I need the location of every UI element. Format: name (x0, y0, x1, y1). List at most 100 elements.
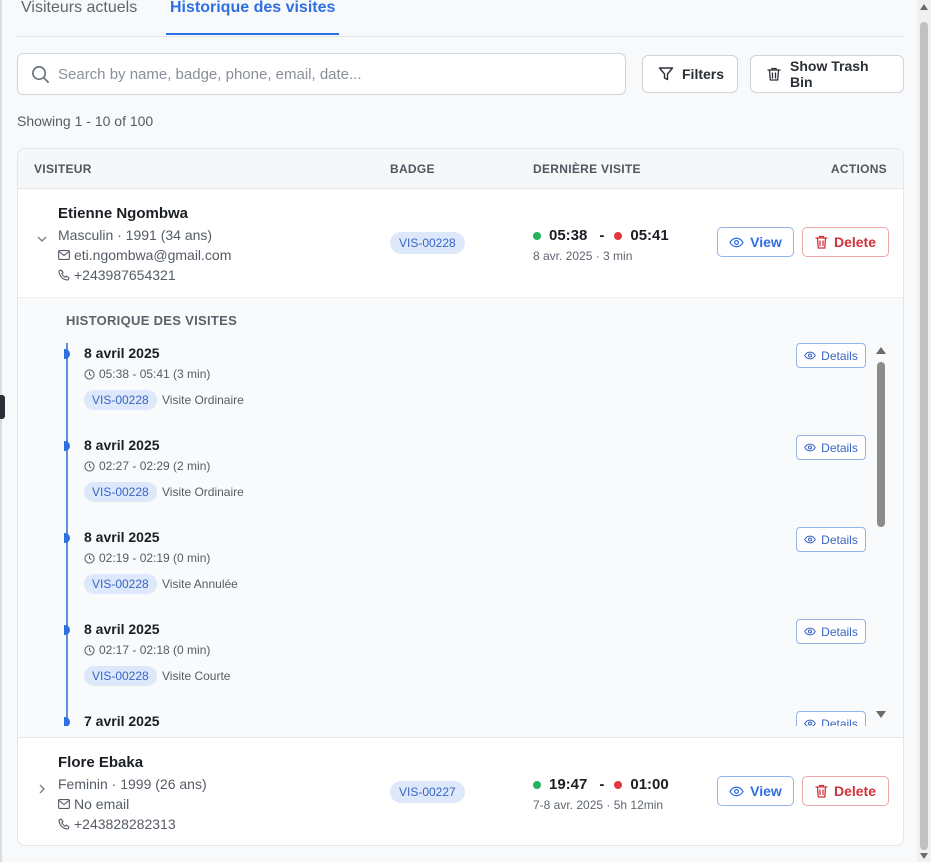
table-row[interactable]: Etienne Ngombwa Masculin · 1991 (34 ans)… (18, 189, 903, 298)
scroll-up-arrow-icon[interactable] (876, 347, 886, 354)
scrollbar-thumb[interactable] (920, 22, 928, 850)
show-trash-button[interactable]: Show Trash Bin (750, 55, 904, 93)
tab-current-visitors[interactable]: Visiteurs actuels (21, 0, 137, 35)
visit-times: 05:38 - 05:41 (533, 227, 669, 244)
entry-time-text: 02:17 - 02:18 (0 min) (99, 643, 211, 657)
entry-date: 7 avril 2025 (84, 713, 160, 726)
search-box (17, 53, 626, 95)
clock-icon (84, 460, 95, 472)
scroll-down-arrow-icon[interactable] (876, 711, 886, 718)
badge-pill: VIS-00228 (390, 232, 465, 254)
history-title: HISTORIQUE DES VISITES (66, 313, 238, 328)
entry-time: 02:17 - 02:18 (0 min) (84, 643, 210, 657)
entry-time: 02:19 - 02:19 (0 min) (84, 551, 210, 565)
entry-time-text: 02:19 - 02:19 (0 min) (99, 551, 211, 565)
filters-button[interactable]: Filters (642, 55, 738, 93)
clock-icon (84, 368, 95, 380)
trash-icon (815, 784, 828, 798)
view-button[interactable]: View (717, 776, 794, 806)
badge-pill: VIS-00227 (390, 781, 465, 803)
entry-time-text: 02:27 - 02:29 (2 min) (99, 459, 211, 473)
trash-label: Show Trash Bin (790, 58, 869, 90)
col-last-visit: DERNIÈRE VISITE (533, 162, 641, 176)
eye-icon (804, 351, 817, 360)
time-in: 19:47 (549, 776, 588, 793)
visitor-name: Flore Ebaka (58, 754, 144, 771)
collapse-chevron-icon[interactable] (36, 233, 48, 245)
history-entry: 8 avril 2025 02:17 - 02:18 (0 min) VIS-0… (58, 619, 868, 711)
mail-icon (58, 799, 70, 809)
entry-badge: VIS-00228 (84, 574, 157, 594)
visit-date-duration: 7-8 avr. 2025 · 5h 12min (533, 798, 664, 812)
details-button[interactable]: Details (796, 619, 866, 644)
trash-icon (815, 235, 828, 249)
visitor-email-text: No email (74, 796, 130, 812)
delete-label: Delete (833, 783, 877, 799)
scroll-down-arrow-icon[interactable] (920, 853, 928, 859)
side-panel-handle[interactable] (0, 395, 5, 419)
visitor-name: Etienne Ngombwa (58, 205, 189, 222)
entry-time: 05:38 - 05:41 (3 min) (84, 367, 210, 381)
time-in: 05:38 (549, 227, 588, 244)
details-label: Details (821, 624, 858, 639)
details-label: Details (821, 716, 858, 727)
trash-icon (766, 66, 782, 82)
search-icon (31, 65, 50, 84)
filters-label: Filters (682, 66, 725, 82)
time-out: 05:41 (630, 227, 669, 244)
delete-button[interactable]: Delete (802, 776, 889, 806)
visitor-phone: +243828282313 (58, 816, 176, 832)
eye-icon (804, 535, 817, 544)
filter-icon (658, 66, 674, 82)
view-button[interactable]: View (717, 227, 794, 257)
details-button[interactable]: Details (796, 343, 866, 368)
time-separator: - (599, 227, 605, 244)
entry-time-text: 05:38 - 05:41 (3 min) (99, 367, 211, 381)
entry-badge: VIS-00228 (84, 390, 157, 410)
col-visitor: VISITEUR (34, 162, 92, 176)
check-in-dot-icon (533, 231, 541, 240)
entry-date: 8 avril 2025 (84, 345, 160, 361)
eye-icon (729, 237, 744, 248)
entry-time: 02:27 - 02:29 (2 min) (84, 459, 210, 473)
phone-icon (58, 818, 70, 830)
eye-icon (804, 443, 817, 452)
clock-icon (84, 552, 95, 564)
details-label: Details (821, 348, 858, 363)
check-out-dot-icon (614, 780, 623, 789)
scroll-up-arrow-icon[interactable] (920, 4, 928, 10)
details-button[interactable]: Details (796, 527, 866, 552)
timeline-dot-icon (64, 441, 70, 451)
table-header: VISITEUR BADGE DERNIÈRE VISITE ACTIONS (18, 149, 903, 189)
delete-button[interactable]: Delete (802, 227, 889, 257)
visitor-email: No email (58, 796, 129, 812)
search-input[interactable] (58, 62, 608, 86)
visitor-email: eti.ngombwa@gmail.com (58, 247, 231, 263)
table-row[interactable]: Flore Ebaka Feminin · 1999 (26 ans) No e… (18, 738, 903, 845)
delete-label: Delete (833, 234, 877, 250)
visitor-phone: +243987654321 (58, 267, 176, 283)
col-badge: BADGE (390, 162, 435, 176)
visit-times: 19:47 - 01:00 (533, 776, 669, 793)
visitors-table: VISITEUR BADGE DERNIÈRE VISITE ACTIONS E… (17, 148, 904, 846)
scrollbar-thumb[interactable] (877, 362, 885, 527)
phone-icon (58, 269, 70, 281)
expand-chevron-icon[interactable] (36, 783, 48, 795)
visit-history-panel: HISTORIQUE DES VISITES 8 avril 2025 05:3… (18, 298, 903, 738)
history-timeline[interactable]: 8 avril 2025 05:38 - 05:41 (3 min) VIS-0… (58, 343, 883, 726)
visitor-meta: Masculin · 1991 (34 ans) (58, 227, 213, 243)
page-scrollbar[interactable] (917, 0, 931, 862)
history-scrollbar[interactable] (873, 343, 891, 726)
timeline-dot-icon (64, 625, 70, 635)
timeline-dot-icon (64, 717, 70, 726)
entry-badge: VIS-00228 (84, 666, 157, 686)
entry-date: 8 avril 2025 (84, 621, 160, 637)
time-separator: - (599, 776, 605, 793)
entry-badge: VIS-00228 (84, 482, 157, 502)
check-in-dot-icon (533, 780, 541, 789)
details-button[interactable]: Details (796, 711, 866, 726)
history-entry: 8 avril 2025 05:38 - 05:41 (3 min) VIS-0… (58, 343, 868, 435)
tab-visit-history[interactable]: Historique des visites (165, 0, 340, 35)
view-label: View (750, 783, 782, 799)
details-button[interactable]: Details (796, 435, 866, 460)
